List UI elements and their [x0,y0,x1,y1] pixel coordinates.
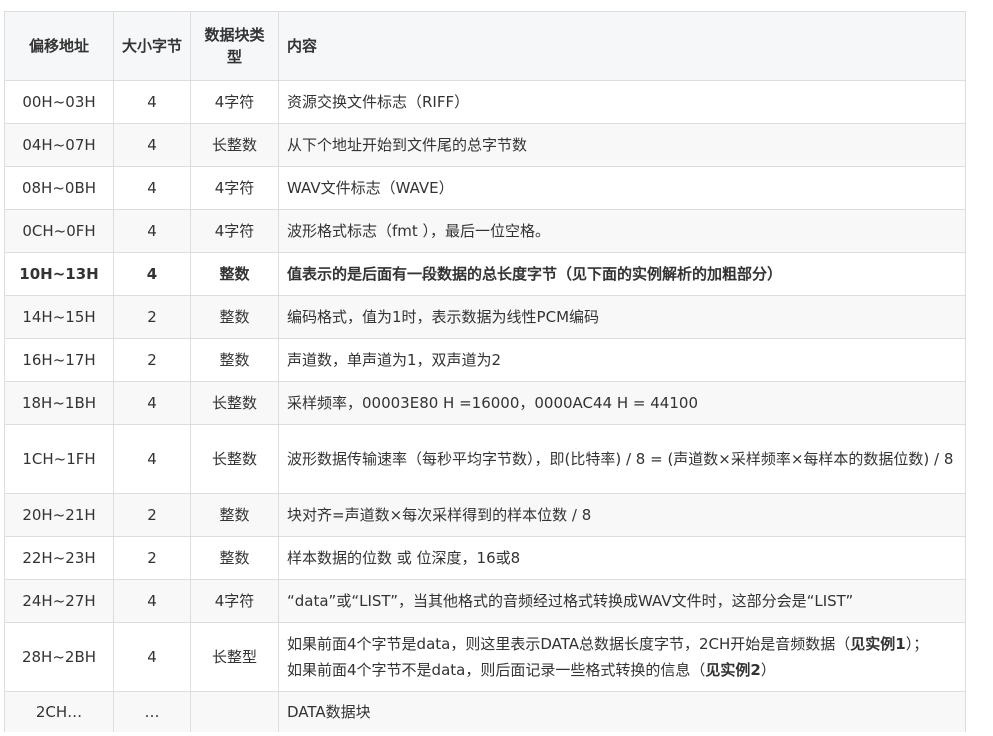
cell-content: 样本数据的位数 或 位深度，16或8 [278,536,966,580]
table-row: 22H~23H 2 整数 样本数据的位数 或 位深度，16或8 [4,536,966,580]
content-line1-tail: ）； [905,635,929,653]
cell-size: 4 [113,622,191,692]
cell-type: 长整型 [190,622,279,692]
cell-type: 长整数 [190,381,279,425]
cell-offset: 10H~13H [4,252,114,296]
cell-size: 2 [113,338,191,382]
cell-type: 整数 [190,536,279,580]
content-line2-tail: ） [760,661,776,679]
table-row: 2CH… … DATA数据块 [4,691,966,732]
cell-offset: 20H~21H [4,493,114,537]
cell-content: 值表示的是后面有一段数据的总长度字节（见下面的实例解析的加粗部分） [278,252,966,296]
table-row: 28H~2BH 4 长整型 如果前面4个字节是data，则这里表示DATA总数据… [4,622,966,692]
page-right-margin [966,0,993,736]
header-offset: 偏移地址 [4,11,114,81]
cell-type: 4字符 [190,166,279,210]
cell-content: 如果前面4个字节是data，则这里表示DATA总数据长度字节，2CH开始是音频数… [278,622,966,692]
cell-offset: 16H~17H [4,338,114,382]
table-header-row: 偏移地址 大小字节 数据块类型 内容 [4,11,966,81]
wav-header-table: 偏移地址 大小字节 数据块类型 内容 00H~03H 4 4字符 资源交换文件标… [4,11,966,732]
cell-size: 4 [113,579,191,623]
cell-offset: 2CH… [4,691,114,732]
cell-size: 4 [113,424,191,494]
cell-content: 块对齐=声道数×每次采样得到的样本位数 / 8 [278,493,966,537]
table-row-highlighted: 10H~13H 4 整数 值表示的是后面有一段数据的总长度字节（见下面的实例解析… [4,252,966,296]
content-line2-text: 如果前面4个字节不是data，则后面记录一些格式转换的信息（ [287,661,706,679]
table-row: 20H~21H 2 整数 块对齐=声道数×每次采样得到的样本位数 / 8 [4,493,966,537]
table-row: 00H~03H 4 4字符 资源交换文件标志（RIFF） [4,80,966,124]
table-row: 1CH~1FH 4 长整数 波形数据传输速率（每秒平均字节数），即(比特率) /… [4,424,966,494]
cell-size: 4 [113,209,191,253]
wav-header-table-container: 偏移地址 大小字节 数据块类型 内容 00H~03H 4 4字符 资源交换文件标… [4,11,966,732]
cell-offset: 22H~23H [4,536,114,580]
cell-offset: 00H~03H [4,80,114,124]
cell-type: 整数 [190,338,279,382]
content-line1-text: 如果前面4个字节是data，则这里表示DATA总数据长度字节，2CH开始是音频数… [287,635,851,653]
cell-content: 采样频率，00003E80 H =16000，0000AC44 H = 4410… [278,381,966,425]
cell-size: 4 [113,80,191,124]
cell-type: 长整数 [190,424,279,494]
example1-bold: 见实例1 [850,635,906,653]
table-row: 14H~15H 2 整数 编码格式，值为1时，表示数据为线性PCM编码 [4,295,966,339]
table-row: 18H~1BH 4 长整数 采样频率，00003E80 H =16000，000… [4,381,966,425]
cell-type [190,691,279,732]
cell-content: WAV文件标志（WAVE） [278,166,966,210]
cell-offset: 0CH~0FH [4,209,114,253]
cell-type: 整数 [190,493,279,537]
cell-offset: 28H~2BH [4,622,114,692]
cell-size: 2 [113,493,191,537]
cell-type: 4字符 [190,209,279,253]
cell-size: 4 [113,166,191,210]
table-row: 24H~27H 4 4字符 “data”或“LIST”，当其他格式的音频经过格式… [4,579,966,623]
cell-type: 4字符 [190,80,279,124]
cell-offset: 18H~1BH [4,381,114,425]
cell-content: 从下个地址开始到文件尾的总字节数 [278,123,966,167]
cell-size: 4 [113,381,191,425]
cell-size: 2 [113,536,191,580]
header-size: 大小字节 [113,11,191,81]
header-content: 内容 [278,11,966,81]
example2-bold: 见实例2 [705,661,761,679]
cell-size: … [113,691,191,732]
cell-type: 整数 [190,252,279,296]
cell-offset: 04H~07H [4,123,114,167]
cell-offset: 1CH~1FH [4,424,114,494]
cell-size: 4 [113,252,191,296]
cell-content: 波形数据传输速率（每秒平均字节数），即(比特率) / 8 = (声道数×采样频率… [278,424,966,494]
cell-content: 声道数，单声道为1，双声道为2 [278,338,966,382]
cell-content: “data”或“LIST”，当其他格式的音频经过格式转换成WAV文件时，这部分会… [278,579,966,623]
cell-offset: 24H~27H [4,579,114,623]
cell-content: 资源交换文件标志（RIFF） [278,80,966,124]
cell-content: 波形格式标志（fmt ），最后一位空格。 [278,209,966,253]
cell-type: 整数 [190,295,279,339]
cell-content: 编码格式，值为1时，表示数据为线性PCM编码 [278,295,966,339]
cell-content: DATA数据块 [278,691,966,732]
cell-type: 4字符 [190,579,279,623]
table-row: 16H~17H 2 整数 声道数，单声道为1，双声道为2 [4,338,966,382]
cell-offset: 14H~15H [4,295,114,339]
table-row: 04H~07H 4 长整数 从下个地址开始到文件尾的总字节数 [4,123,966,167]
header-type: 数据块类型 [190,11,279,81]
table-row: 08H~0BH 4 4字符 WAV文件标志（WAVE） [4,166,966,210]
table-row: 0CH~0FH 4 4字符 波形格式标志（fmt ），最后一位空格。 [4,209,966,253]
cell-size: 4 [113,123,191,167]
cell-offset: 08H~0BH [4,166,114,210]
cell-size: 2 [113,295,191,339]
cell-type: 长整数 [190,123,279,167]
